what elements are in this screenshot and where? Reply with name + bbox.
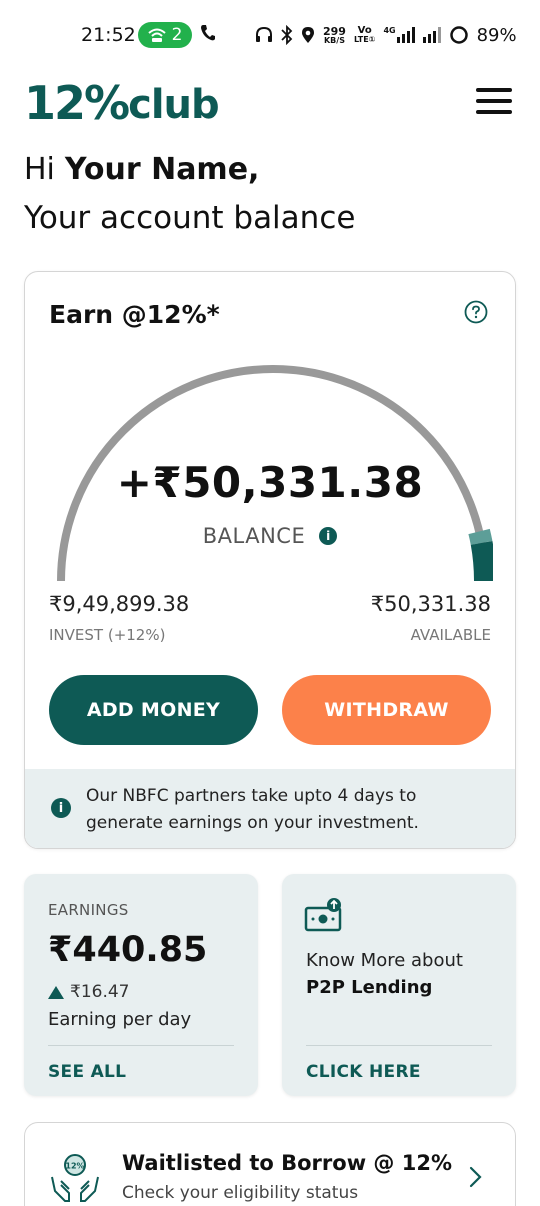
signal-icon (396, 27, 415, 43)
clock: 21:52 (81, 24, 136, 46)
status-icons: 299 KB/S Vo LTE① 4G 89% (255, 23, 517, 47)
info-icon: i (51, 798, 71, 818)
p2p-card[interactable]: Know More about P2P Lending CLICK HERE (282, 874, 516, 1096)
earnings-label: EARNINGS (48, 901, 129, 919)
borrow-subtitle: Check your eligibility status (122, 1183, 359, 1203)
status-bar: 21:52 2 299 KB/S Vo LTE① 4G 89% (0, 20, 540, 50)
battery-icon (449, 26, 468, 44)
borrow-title: Waitlisted to Borrow @ 12% (122, 1151, 452, 1175)
see-all-link[interactable]: SEE ALL (48, 1062, 126, 1082)
borrow-card[interactable]: 12% Waitlisted to Borrow @ 12% Check you… (24, 1122, 516, 1206)
invest-value: ₹9,49,899.38 (49, 592, 190, 616)
bluetooth-icon (281, 25, 293, 45)
page-subtitle: Your account balance (24, 200, 356, 236)
phone-icon (201, 25, 215, 41)
hotspot-badge: 2 (138, 22, 192, 48)
volte-indicator: Vo LTE① (353, 25, 376, 44)
battery-percent: 89% (476, 24, 517, 46)
available-label: AVAILABLE (410, 626, 491, 644)
greeting: Hi Your Name, (24, 152, 260, 187)
svg-text:12%: 12% (65, 1162, 84, 1171)
signal-group: 4G (383, 27, 415, 43)
help-icon[interactable] (464, 300, 488, 324)
borrow-hands-icon: 12% (51, 1154, 99, 1202)
network-speed: 299 KB/S (323, 24, 346, 45)
add-money-button[interactable]: ADD MONEY (49, 675, 258, 745)
earnings-delta: ₹16.47 (48, 982, 129, 1002)
trend-up-icon (48, 985, 64, 999)
gauge-available-arc-dark (470, 540, 493, 582)
wifi-hotspot-icon (147, 28, 166, 42)
signal-icon (422, 27, 441, 43)
hamburger-menu-icon[interactable] (476, 88, 512, 116)
invest-label: INVEST (+12%) (49, 626, 166, 644)
info-icon[interactable]: i (319, 527, 338, 545)
divider (48, 1045, 234, 1046)
balance-amount: +₹50,331.38 (116, 458, 424, 507)
money-icon (304, 898, 342, 932)
p2p-title: P2P Lending (306, 977, 433, 998)
hotspot-count: 2 (171, 25, 183, 45)
p2p-text: Know More about (306, 950, 463, 971)
headphones-icon (256, 26, 272, 42)
click-here-link[interactable]: CLICK HERE (306, 1062, 421, 1082)
earnings-card: EARNINGS ₹440.85 ₹16.47 Earning per day … (24, 874, 258, 1096)
nbfc-notice: i Our NBFC partners take upto 4 days to … (25, 769, 515, 848)
chevron-right-icon[interactable] (466, 1165, 484, 1189)
balance-label: BALANCE (202, 524, 306, 548)
withdraw-button[interactable]: WITHDRAW (282, 675, 491, 745)
earn-card: Earn @12%* +₹50,331.38 BALANCE i ₹9,49,8… (24, 271, 516, 849)
divider (306, 1045, 492, 1046)
user-name: Your Name, (64, 152, 260, 187)
available-value: ₹50,331.38 (370, 592, 491, 616)
notice-text: Our NBFC partners take upto 4 days to ge… (86, 786, 419, 833)
location-icon (302, 27, 314, 43)
earn-title: Earn @12%* (49, 300, 220, 329)
earnings-amount: ₹440.85 (48, 930, 208, 970)
earnings-sub: Earning per day (48, 1009, 192, 1030)
balance-label-row: BALANCE i (25, 524, 515, 548)
brand-logo[interactable]: 12% club (24, 78, 220, 126)
